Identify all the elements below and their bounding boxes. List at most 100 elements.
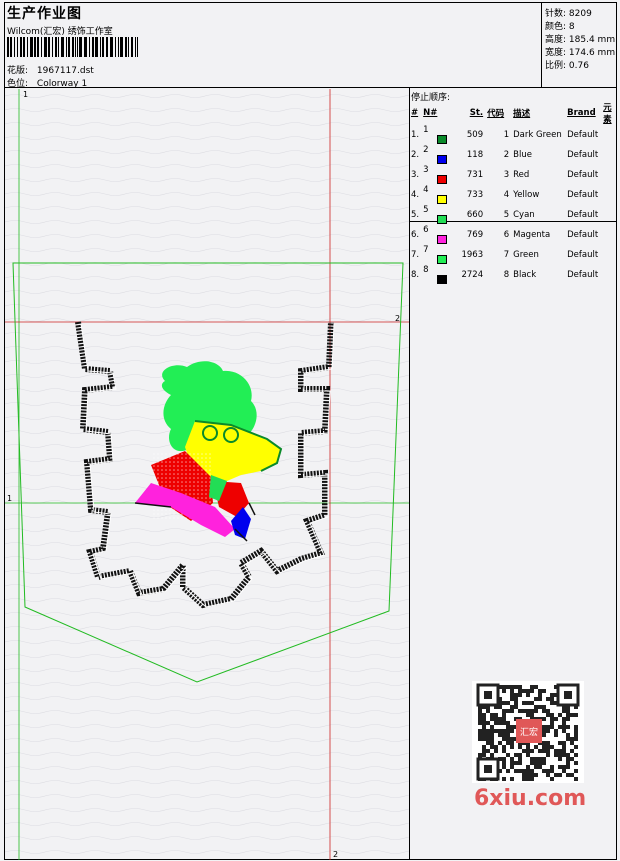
barcode-bar xyxy=(37,37,39,57)
barcode-bar xyxy=(58,37,59,57)
stat-scale: 比例: 0.76 xyxy=(545,61,589,71)
qr-module xyxy=(550,697,554,701)
color-swatch xyxy=(437,195,448,204)
qr-module xyxy=(550,745,554,749)
qr-module xyxy=(538,705,542,709)
qr-module xyxy=(518,693,522,697)
barcode-bar xyxy=(20,37,22,57)
qr-module xyxy=(566,737,570,741)
stop-sequence-table: # N# St. 代码 描述 Brand 元素 1. 1 509 1 Dark Gree… xyxy=(409,101,620,285)
qr-module xyxy=(530,757,534,761)
colorway-value: Colorway 1 xyxy=(36,79,88,89)
row-description: Yellow xyxy=(513,190,540,200)
qr-module xyxy=(530,749,534,753)
qr-module xyxy=(486,733,490,737)
row-description: Black xyxy=(513,270,537,280)
qr-module xyxy=(522,777,526,781)
row-number-text: 8 xyxy=(423,265,429,275)
qr-module xyxy=(482,753,486,757)
qr-module xyxy=(550,777,554,781)
qr-module xyxy=(554,753,558,757)
qr-module xyxy=(526,713,530,717)
table-row: 2. 2 118 2 Blue Default xyxy=(409,145,620,165)
qr-finder-center xyxy=(564,691,572,699)
row-code: 5 xyxy=(503,210,510,220)
qr-module xyxy=(478,713,482,717)
qr-module xyxy=(482,749,486,753)
barcode-bar xyxy=(7,37,9,57)
qr-module xyxy=(554,733,558,737)
qr-module xyxy=(514,769,518,773)
qr-module xyxy=(570,713,574,717)
table-row: 8. 8 2724 8 Black Default xyxy=(409,265,620,285)
qr-module xyxy=(534,757,538,761)
colorway-info: 色位: Colorway 1 xyxy=(7,76,87,89)
qr-module xyxy=(522,701,526,705)
qr-module xyxy=(498,729,502,733)
qr-module xyxy=(502,713,506,717)
qr-module xyxy=(538,749,542,753)
table-row: 1. 1 509 1 Dark Green Default xyxy=(409,125,620,145)
qr-module xyxy=(566,733,570,737)
qr-module xyxy=(502,721,506,725)
col-number: N# xyxy=(423,108,438,118)
qr-module xyxy=(522,769,526,773)
stat-stitches: 针数: 8209 xyxy=(545,9,592,19)
barcode-bar xyxy=(77,37,78,57)
qr-module xyxy=(490,725,494,729)
qr-module xyxy=(486,737,490,741)
barcode-bar xyxy=(89,37,90,57)
col-description: 描述 xyxy=(513,109,531,119)
qr-module xyxy=(522,773,526,777)
barcode-bar xyxy=(48,37,50,57)
row-index: 2. xyxy=(411,150,420,160)
row-stitches: 769 xyxy=(466,230,484,240)
col-index: # xyxy=(411,108,419,118)
qr-module xyxy=(574,745,578,749)
qr-module xyxy=(502,757,506,761)
qr-module xyxy=(502,689,506,693)
color-swatch xyxy=(437,175,448,184)
row-code: 3 xyxy=(503,170,510,180)
qr-module xyxy=(534,705,538,709)
qr-module xyxy=(566,709,570,713)
qr-module xyxy=(574,725,578,729)
qr-module xyxy=(530,689,534,693)
qr-module xyxy=(566,773,570,777)
qr-module xyxy=(490,713,494,717)
qr-module xyxy=(574,777,578,781)
qr-module xyxy=(518,709,522,713)
qr-module xyxy=(510,737,514,741)
barcode-bar xyxy=(118,37,119,57)
qr-module xyxy=(526,689,530,693)
qr-module xyxy=(482,721,486,725)
qr-module xyxy=(498,717,502,721)
qr-module xyxy=(490,733,494,737)
barcode-bar xyxy=(125,37,127,57)
qr-module xyxy=(506,737,510,741)
qr-module xyxy=(506,753,510,757)
row-stitches: 509 xyxy=(466,130,484,140)
barcode-bar xyxy=(66,37,67,57)
qr-module xyxy=(546,697,550,701)
qr-module xyxy=(502,761,506,765)
color-swatch xyxy=(437,255,448,264)
qr-module xyxy=(554,717,558,721)
qr-module xyxy=(502,685,506,689)
qr-module xyxy=(482,725,486,729)
company-name: Wilcom(汇宏) 绣饰工作室 xyxy=(7,27,113,37)
qr-module xyxy=(482,729,486,733)
qr-module xyxy=(566,725,570,729)
barcode-bar xyxy=(84,37,87,57)
qr-module xyxy=(574,713,578,717)
row-description: Magenta xyxy=(513,230,551,240)
table-row: 4. 4 733 4 Yellow Default xyxy=(409,185,620,205)
row-code: 1 xyxy=(503,130,510,140)
qr-module xyxy=(558,725,562,729)
qr-module xyxy=(574,729,578,733)
row-element xyxy=(601,245,620,265)
barcode-bar xyxy=(52,37,53,57)
row-number-text: 5 xyxy=(423,205,429,215)
qr-module xyxy=(554,729,558,733)
qr-module xyxy=(538,697,542,701)
